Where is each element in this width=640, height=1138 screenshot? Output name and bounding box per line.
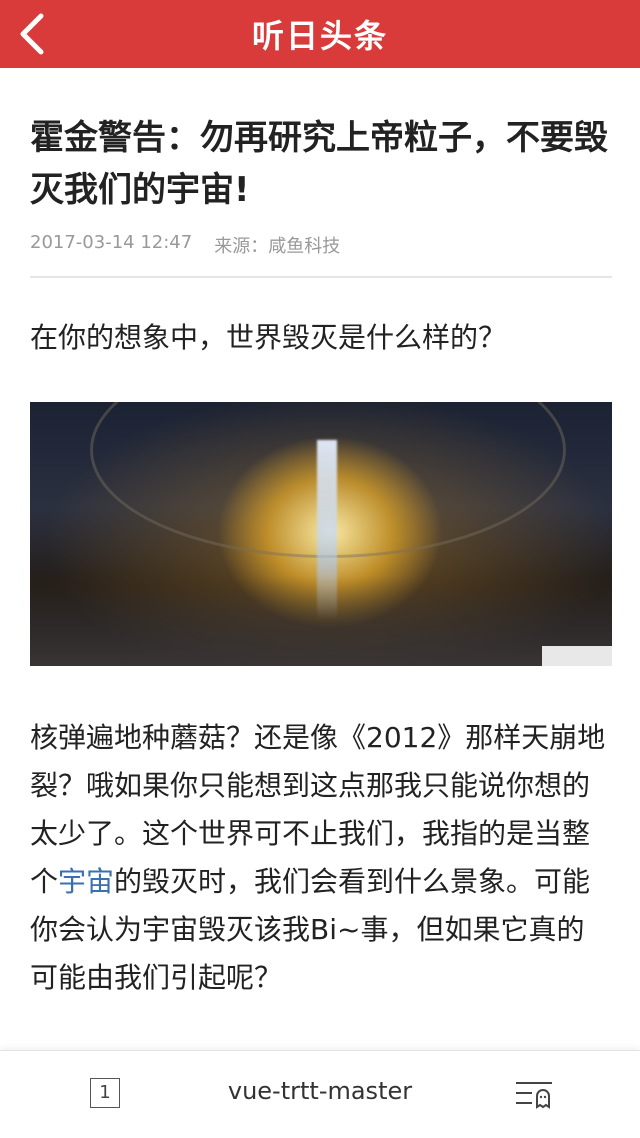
- top-bar: 听日头条: [0, 0, 640, 68]
- menu-button[interactable]: [514, 1079, 554, 1109]
- article-image: [30, 402, 612, 666]
- back-button[interactable]: [8, 10, 56, 58]
- divider: [30, 276, 612, 278]
- article-source: 来源：咸鱼科技: [214, 236, 341, 257]
- menu-icon: [516, 1082, 552, 1109]
- article-title: 霍金警告：勿再研究上帝粒子，不要毁灭我们的宇宙!: [30, 118, 608, 210]
- article-body: 核弹遍地种蘑菇？还是像《2012》那样天崩地裂？哦如果你只能想到这点那我只能说你…: [30, 721, 606, 994]
- bottom-bar: 1 vue-trtt-master: [0, 1050, 640, 1138]
- article: 霍金警告：勿再研究上帝粒子，不要毁灭我们的宇宙! 2017-03-14 12:4…: [30, 68, 612, 1030]
- chevron-left-icon: [20, 13, 44, 55]
- universe-link[interactable]: 宇宙: [58, 865, 114, 898]
- article-lead: 在你的想象中，世界毁灭是什么样的？: [30, 321, 507, 354]
- light-beam: [317, 440, 337, 620]
- article-meta: 2017-03-14 12:47 来源：咸鱼科技: [30, 232, 612, 258]
- article-date: 2017-03-14 12:47: [30, 232, 193, 253]
- page-title: 听日头条: [251, 17, 388, 55]
